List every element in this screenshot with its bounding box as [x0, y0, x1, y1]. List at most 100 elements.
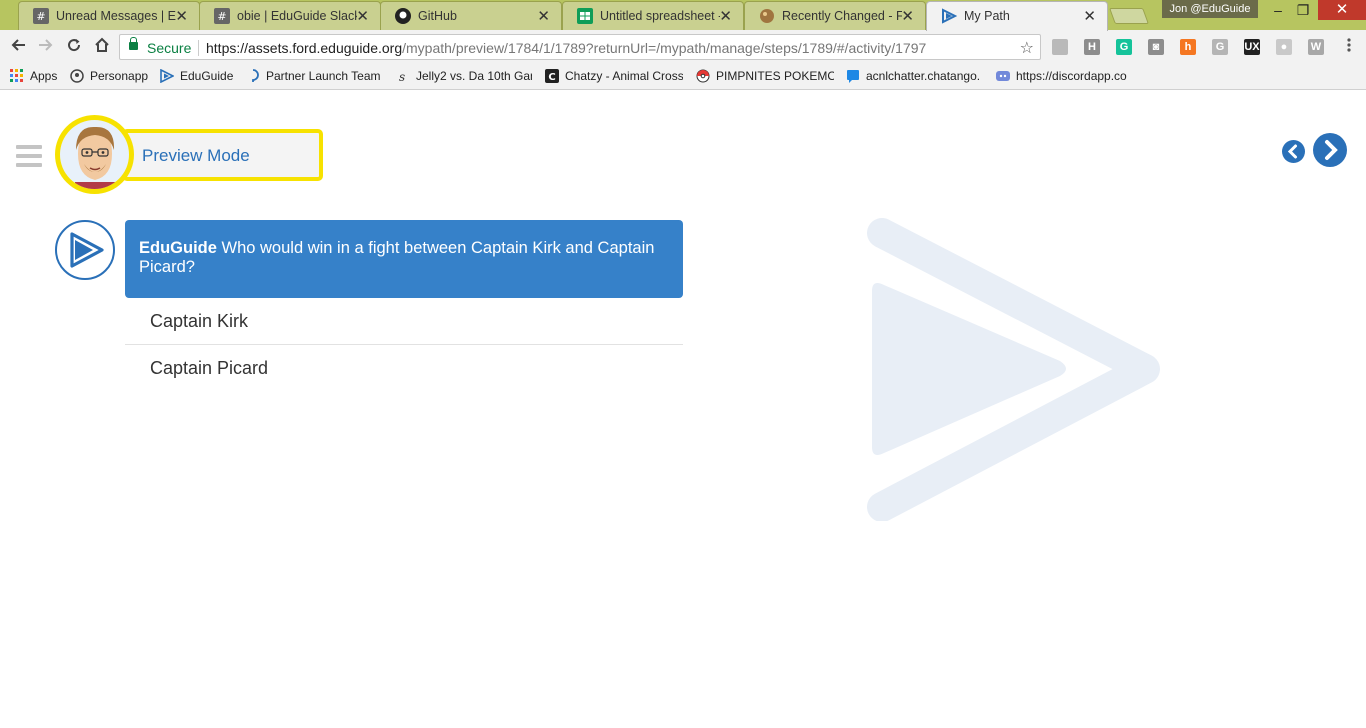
eduguide-icon — [942, 8, 957, 24]
tab-spreadsheet[interactable]: Untitled spreadsheet - ✕ — [562, 1, 744, 30]
tab-close-icon[interactable]: ✕ — [175, 7, 188, 25]
forward-icon[interactable] — [36, 37, 56, 57]
pokeball-icon — [696, 69, 710, 83]
avatar-face-icon — [75, 126, 115, 189]
preview-mode-label: Preview Mode — [142, 146, 250, 165]
circle-ext-icon[interactable]: ● — [1276, 39, 1292, 55]
reload-icon[interactable] — [64, 37, 84, 57]
new-tab-button[interactable] — [1109, 8, 1149, 24]
bookmark-label: Chatzy - Animal Cross — [565, 69, 683, 83]
bookmark-eduguide[interactable]: EduGuide — [160, 69, 240, 83]
home-icon[interactable] — [92, 37, 112, 57]
secure-label: Secure — [147, 40, 192, 56]
tab-close-icon[interactable]: ✕ — [719, 7, 732, 25]
menu-dots-icon[interactable] — [1339, 37, 1359, 57]
minimize-icon[interactable]: – — [1265, 2, 1291, 18]
avatar[interactable] — [55, 115, 134, 194]
apps-grid-icon — [10, 69, 23, 82]
bookmark-label: Partner Launch Team — [266, 69, 381, 83]
bookmark-label: PIMPNITES POKEMON — [716, 69, 834, 83]
question-text: Who would win in a fight between Captain… — [139, 239, 655, 276]
slack-hash-icon: # — [214, 8, 230, 24]
bookmark-label: EduGuide — [180, 69, 234, 83]
g-ext-icon[interactable]: G — [1212, 39, 1228, 55]
tab-strip: # Unread Messages | Edu ✕ # obie | EduGu… — [0, 0, 1366, 31]
tab-github[interactable]: GitHub ✕ — [380, 1, 562, 30]
hubspot-ext-icon[interactable]: h — [1180, 39, 1196, 55]
next-arrow-icon[interactable] — [1313, 133, 1347, 167]
address-bar[interactable]: Secure https://assets.ford.eduguide.org/… — [119, 34, 1041, 60]
tab-title: My Path — [964, 9, 1010, 23]
svg-text:#: # — [36, 10, 45, 23]
back-icon[interactable] — [8, 37, 28, 57]
s-icon: s — [399, 70, 405, 83]
camera-ext-icon[interactable]: ◙ — [1148, 39, 1164, 55]
tab-title: obie | EduGuide Slack — [237, 9, 357, 23]
lock-icon — [129, 37, 138, 50]
bookmark-acnlchatter[interactable]: acnlchatter.chatango. — [846, 69, 986, 83]
tab-my-path[interactable]: My Path ✕ — [926, 1, 1108, 31]
bookmark-apps[interactable]: Apps — [10, 69, 64, 83]
discord-icon — [996, 71, 1010, 81]
tab-close-icon[interactable]: ✕ — [356, 7, 369, 25]
bookmark-pimpnites[interactable]: PIMPNITES POKEMON — [696, 69, 834, 83]
question-brand: EduGuide — [139, 239, 217, 257]
chatzy-icon: C — [545, 69, 559, 83]
answer-option-picard[interactable]: Captain Picard — [125, 345, 683, 392]
bookmark-label: https://discordapp.co — [1016, 69, 1127, 83]
eduguide-icon — [160, 69, 174, 83]
tab-recently-changed[interactable]: Recently Changed - Fo ✕ — [744, 1, 926, 30]
bookmarks-bar: Apps Personapp EduGuide Partner Launch T… — [0, 64, 1366, 90]
tab-title: Unread Messages | Edu — [56, 9, 176, 23]
page-content: Preview Mode EduGuide Who would win in a… — [0, 91, 1366, 728]
divider — [198, 40, 199, 56]
maximize-icon[interactable]: ❐ — [1290, 2, 1316, 19]
w-ext-icon[interactable]: W — [1308, 39, 1324, 55]
personapp-icon — [70, 69, 84, 83]
answer-label: Captain Kirk — [150, 311, 249, 331]
profile-button[interactable]: Jon @EduGuide — [1162, 0, 1258, 18]
svg-text:C: C — [548, 72, 555, 83]
tab-title: Recently Changed - Fo — [782, 9, 902, 23]
bookmark-star-icon[interactable]: ☆ — [1020, 38, 1034, 58]
tab-close-icon[interactable]: ✕ — [537, 7, 550, 25]
bookmark-chatzy[interactable]: C Chatzy - Animal Cross — [545, 69, 683, 83]
h-ext-icon[interactable]: H — [1084, 39, 1100, 55]
bookmark-label: Personapp — [90, 69, 149, 83]
bookmark-label: Jelly2 vs. Da 10th Gan — [416, 69, 532, 83]
bookmark-jelly2[interactable]: s Jelly2 vs. Da 10th Gan — [396, 69, 532, 83]
tab-title: Untitled spreadsheet - — [600, 9, 720, 23]
tab-unread-messages[interactable]: # Unread Messages | Edu ✕ — [18, 1, 200, 30]
bookmark-label: acnlchatter.chatango. — [866, 69, 981, 83]
bookmark-discord[interactable]: https://discordapp.co — [996, 69, 1130, 83]
hamburger-menu-icon[interactable] — [16, 145, 42, 167]
bookmark-personapp[interactable]: Personapp — [70, 69, 152, 83]
grammarly-ext-icon[interactable]: G — [1116, 39, 1132, 55]
tab-obie-slack[interactable]: # obie | EduGuide Slack ✕ — [199, 1, 381, 30]
preview-mode-banner: Preview Mode — [122, 129, 323, 181]
answer-label: Captain Picard — [150, 358, 269, 378]
previous-arrow-icon[interactable] — [1282, 140, 1305, 163]
answer-option-kirk[interactable]: Captain Kirk — [125, 298, 683, 345]
window-close-icon[interactable]: ✕ — [1318, 0, 1366, 20]
url-path: /mypath/preview/1784/1/1789?returnUrl=/m… — [402, 40, 927, 56]
github-icon — [395, 8, 411, 24]
slack-hash-icon: # — [33, 8, 49, 24]
url-text[interactable]: https://assets.ford.eduguide.org/mypath/… — [206, 40, 926, 56]
eduguide-play-icon — [55, 220, 115, 280]
pin-icon — [252, 69, 259, 82]
tab-close-icon[interactable]: ✕ — [901, 7, 914, 25]
chatango-icon — [847, 70, 859, 83]
sheets-icon — [577, 8, 593, 24]
tab-close-icon[interactable]: ✕ — [1083, 7, 1096, 25]
bookmark-label: Apps — [30, 69, 58, 83]
browser-toolbar: Secure https://assets.ford.eduguide.org/… — [0, 30, 1366, 64]
ux-ext-icon[interactable]: UX — [1244, 39, 1260, 55]
bookmark-partner-launch[interactable]: Partner Launch Team — [246, 69, 382, 83]
app-icon — [760, 9, 774, 23]
svg-text:#: # — [217, 10, 226, 23]
svg-text:s: s — [399, 70, 405, 83]
eduguide-watermark-icon — [867, 218, 1160, 521]
url-host: https://assets.ford.eduguide.org — [206, 40, 403, 56]
globe-ext-icon[interactable] — [1052, 39, 1068, 55]
